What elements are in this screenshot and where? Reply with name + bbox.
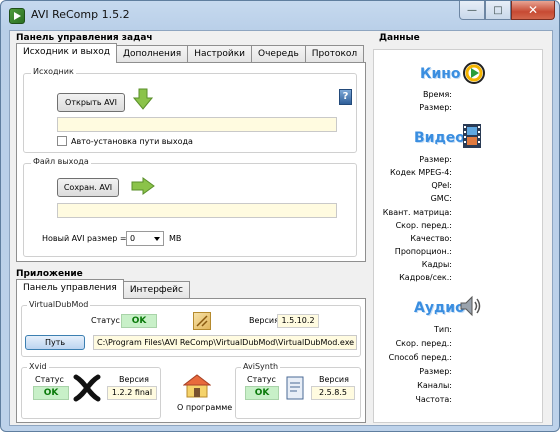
video-field: Скор. перед.: (395, 221, 452, 230)
xvid-version-label: Версия (119, 375, 149, 384)
movie-heading: Кино (420, 66, 461, 82)
app-panel: VirtualDubMod Статус OK Версия 1.5.10.2 … (16, 298, 366, 423)
tab-additions[interactable]: Дополнения (115, 45, 189, 63)
vdm-version-value: 1.5.10.2 (277, 314, 319, 328)
tab-source-output[interactable]: Исходник и выход (16, 43, 117, 63)
xvid-logo-icon (73, 374, 101, 402)
vdm-group-label: VirtualDubMod (27, 300, 91, 309)
auto-output-label: Авто-установка пути выхода (71, 137, 193, 146)
xvid-status-label: Статус (35, 375, 64, 384)
maximize-button[interactable]: □ (485, 1, 511, 20)
audio-field: Способ перед.: (388, 353, 452, 362)
movie-field: Размер: (419, 103, 452, 112)
data-title: Данные (379, 33, 420, 43)
output-path-field[interactable] (57, 203, 337, 218)
path-button[interactable]: Путь (25, 335, 85, 350)
close-button[interactable]: ✕ (511, 1, 555, 20)
source-path-field[interactable] (57, 117, 337, 132)
movie-field: Время: (422, 90, 452, 99)
new-size-label: Новый AVI размер = (42, 234, 127, 243)
avisynth-version-value: 2.5.8.5 (311, 386, 355, 400)
down-arrow-icon (133, 88, 153, 110)
open-avi-button[interactable]: Открыть AVI (57, 93, 125, 112)
video-field: QPel: (431, 181, 452, 190)
vdm-status-label: Статус (91, 316, 120, 325)
vdm-version-label: Версия (249, 316, 279, 325)
avisynth-version-label: Версия (319, 375, 349, 384)
new-size-unit: MB (169, 234, 182, 243)
audio-field: Каналы: (417, 381, 452, 390)
video-field: Квант. матрица: (382, 208, 452, 217)
video-heading: Видео (414, 130, 465, 146)
movie-play-icon (463, 62, 485, 84)
audio-field: Частота: (415, 395, 452, 404)
tab-settings[interactable]: Настройки (187, 45, 253, 63)
avisynth-status-label: Статус (247, 375, 276, 384)
virtualdubmod-icon (193, 312, 211, 330)
film-strip-icon (463, 124, 481, 148)
data-panel: Кино Время: Размер: Видео Размер: Кодек … (373, 49, 543, 423)
tasks-panel: Исходник Открыть AVI ? Авто-установка пу… (16, 62, 366, 262)
new-size-select[interactable]: 0 (126, 231, 164, 246)
xvid-version-value: 1.2.2 final (107, 386, 157, 400)
app-logo-icon (9, 8, 25, 24)
audio-field: Размер: (419, 367, 452, 376)
video-field: GMC: (430, 194, 452, 203)
tab-control-panel[interactable]: Панель управления (16, 279, 124, 299)
tasks-title: Панель управления задач (16, 33, 153, 43)
video-field: Качество: (410, 234, 452, 243)
vdm-status-badge: OK (121, 314, 157, 328)
video-field: Кадров/сек.: (399, 273, 452, 282)
title-bar[interactable]: AVI ReComp 1.5.2 — □ ✕ (1, 1, 559, 29)
about-label[interactable]: О программе (177, 403, 232, 412)
app-window: AVI ReComp 1.5.2 — □ ✕ Панель управления… (0, 0, 560, 432)
app-tabbar: Панель управления Интерфейс (16, 279, 190, 299)
tab-interface[interactable]: Интерфейс (122, 281, 190, 299)
video-field: Кодек MPEG-4: (389, 168, 452, 177)
output-group-label: Файл выхода (31, 157, 91, 166)
video-field: Размер: (419, 155, 452, 164)
avisynth-group-label: AviSynth (241, 362, 281, 371)
save-avi-button[interactable]: Сохран. AVI (57, 178, 119, 197)
about-house-icon[interactable] (183, 373, 211, 399)
video-field: Пропорцион.: (394, 247, 452, 256)
chevron-down-icon (154, 237, 160, 241)
avisynth-status-badge: OK (245, 386, 279, 400)
speaker-icon (460, 295, 481, 317)
client-area: Панель управления задач Исходник и выход… (9, 30, 553, 426)
audio-field: Скор. перед.: (395, 339, 452, 348)
vdm-path-field[interactable]: C:\Program Files\AVI ReComp\VirtualDubMo… (93, 335, 357, 350)
source-group-label: Исходник (31, 67, 76, 76)
tasks-tabbar: Исходник и выход Дополнения Настройки Оч… (16, 43, 365, 63)
tab-log[interactable]: Протокол (304, 45, 365, 63)
tab-queue[interactable]: Очередь (251, 45, 306, 63)
xvid-group-label: Xvid (27, 362, 49, 371)
right-arrow-icon (131, 177, 155, 195)
minimize-button[interactable]: — (459, 1, 485, 20)
xvid-status-badge: OK (33, 386, 69, 400)
video-field: Кадры: (421, 260, 452, 269)
auto-output-checkbox[interactable] (57, 136, 67, 146)
help-icon[interactable]: ? (339, 89, 352, 105)
window-title: AVI ReComp 1.5.2 (31, 8, 130, 21)
app-title: Приложение (16, 269, 83, 279)
new-size-value: 0 (130, 234, 136, 243)
avisynth-script-icon (286, 376, 304, 400)
audio-field: Тип: (433, 325, 452, 334)
